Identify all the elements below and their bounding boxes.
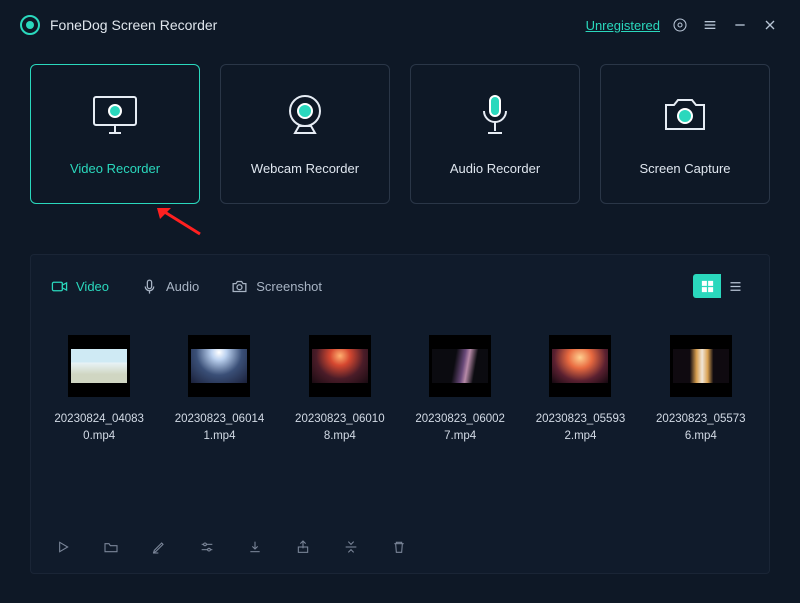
mode-card-video[interactable]: Video Recorder (30, 64, 200, 204)
folder-icon[interactable] (101, 537, 121, 557)
file-name: 20230823_060141.mp4 (171, 411, 267, 446)
mode-card-audio[interactable]: Audio Recorder (410, 64, 580, 204)
webcam-icon (281, 93, 329, 137)
list-item[interactable]: 20230824_040830.mp4 (51, 335, 147, 527)
thumbnail (549, 335, 611, 397)
mode-label: Video Recorder (70, 161, 160, 176)
mode-label: Screen Capture (639, 161, 730, 176)
menu-icon[interactable] (700, 15, 720, 35)
thumbnail (188, 335, 250, 397)
settings-icon[interactable] (670, 15, 690, 35)
file-grid: 20230824_040830.mp4 20230823_060141.mp4 … (51, 303, 749, 527)
compress-icon[interactable] (341, 537, 361, 557)
titlebar: FoneDog Screen Recorder Unregistered (0, 0, 800, 50)
view-toggle (693, 274, 749, 298)
library-toolbar (51, 527, 749, 561)
list-item[interactable]: 20230823_055932.mp4 (532, 335, 628, 527)
tab-label: Video (76, 279, 109, 294)
trash-icon[interactable] (389, 537, 409, 557)
list-item[interactable]: 20230823_060141.mp4 (171, 335, 267, 527)
minimize-icon[interactable] (730, 15, 750, 35)
unregistered-link[interactable]: Unregistered (586, 18, 660, 33)
edit-icon[interactable] (149, 537, 169, 557)
tab-label: Screenshot (256, 279, 322, 294)
camera-icon (661, 93, 709, 137)
file-name: 20230823_060027.mp4 (412, 411, 508, 446)
mode-label: Webcam Recorder (251, 161, 359, 176)
thumbnail (429, 335, 491, 397)
file-name: 20230823_060108.mp4 (292, 411, 388, 446)
share-icon[interactable] (293, 537, 313, 557)
file-name: 20230823_055932.mp4 (532, 411, 628, 446)
grid-view-icon[interactable] (693, 274, 721, 298)
file-name: 20230824_040830.mp4 (51, 411, 147, 446)
thumbnail (309, 335, 371, 397)
list-item[interactable]: 20230823_060027.mp4 (412, 335, 508, 527)
tab-video[interactable]: Video (51, 278, 109, 295)
thumbnail (68, 335, 130, 397)
download-icon[interactable] (245, 537, 265, 557)
sliders-icon[interactable] (197, 537, 217, 557)
play-icon[interactable] (53, 537, 73, 557)
file-name: 20230823_055736.mp4 (653, 411, 749, 446)
close-icon[interactable] (760, 15, 780, 35)
library-tabs: Video Audio Screenshot (51, 269, 749, 303)
mode-card-webcam[interactable]: Webcam Recorder (220, 64, 390, 204)
library-panel: Video Audio Screenshot 20230824_040830.m… (30, 254, 770, 574)
mode-card-capture[interactable]: Screen Capture (600, 64, 770, 204)
tab-audio[interactable]: Audio (141, 278, 199, 295)
app-title: FoneDog Screen Recorder (50, 17, 217, 33)
app-logo-icon (20, 15, 40, 35)
tab-screenshot[interactable]: Screenshot (231, 278, 322, 295)
monitor-icon (91, 93, 139, 137)
microphone-icon (471, 93, 519, 137)
list-view-icon[interactable] (721, 274, 749, 298)
list-item[interactable]: 20230823_055736.mp4 (653, 335, 749, 527)
mode-cards: Video Recorder Webcam Recorder Audio Rec… (0, 50, 800, 214)
tab-label: Audio (166, 279, 199, 294)
thumbnail (670, 335, 732, 397)
mode-label: Audio Recorder (450, 161, 540, 176)
list-item[interactable]: 20230823_060108.mp4 (292, 335, 388, 527)
